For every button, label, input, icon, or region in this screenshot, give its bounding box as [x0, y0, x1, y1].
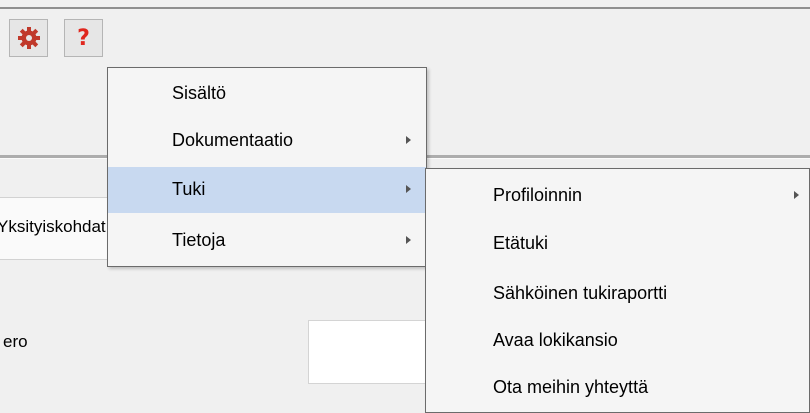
menu-item-label: Etätuki — [493, 233, 549, 253]
menu-item-label: Tietoja — [172, 230, 226, 250]
menu-item-about[interactable]: Tietoja — [108, 218, 426, 264]
menu-item-contents[interactable]: Sisältö — [108, 71, 426, 117]
menu-item-open-log-folder[interactable]: Avaa lokikansio — [426, 318, 809, 364]
settings-button[interactable] — [9, 19, 48, 57]
gear-icon — [17, 27, 40, 49]
menu-item-label: Ota meihin yhteyttä — [493, 377, 649, 397]
menu-item-contact-us[interactable]: Ota meihin yhteyttä — [426, 365, 809, 411]
menu-item-label: Sisältö — [172, 83, 227, 103]
menu-item-label: Tuki — [172, 179, 206, 199]
tab-details-label: Yksityiskohdat — [0, 217, 106, 236]
tab-details[interactable]: Yksityiskohdat — [0, 197, 110, 260]
menu-item-remote-support[interactable]: Etätuki — [426, 221, 809, 267]
field-label: ero — [3, 332, 28, 351]
help-menu: Sisältö Dokumentaatio Tuki Tietoja — [107, 67, 427, 267]
top-border — [0, 7, 810, 9]
submenu-arrow-icon — [406, 185, 411, 193]
menu-item-profiling[interactable]: Profiloinnin — [426, 173, 809, 219]
menu-item-label: Profiloinnin — [493, 185, 583, 205]
menu-item-label: Avaa lokikansio — [493, 330, 618, 350]
menu-item-support-report[interactable]: Sähköinen tukiraportti — [426, 271, 809, 317]
submenu-arrow-icon — [406, 236, 411, 244]
support-submenu: Profiloinnin Etätuki Sähköinen tukirapor… — [425, 168, 810, 413]
submenu-arrow-icon — [406, 136, 411, 144]
help-button[interactable]: ? — [64, 19, 103, 57]
question-mark-icon: ? — [77, 25, 90, 51]
menu-item-label: Sähköinen tukiraportti — [493, 283, 668, 303]
menu-item-support[interactable]: Tuki — [108, 167, 426, 213]
menu-item-label: Dokumentaatio — [172, 130, 294, 150]
submenu-arrow-icon — [794, 191, 799, 199]
menu-item-documentation[interactable]: Dokumentaatio — [108, 118, 426, 164]
